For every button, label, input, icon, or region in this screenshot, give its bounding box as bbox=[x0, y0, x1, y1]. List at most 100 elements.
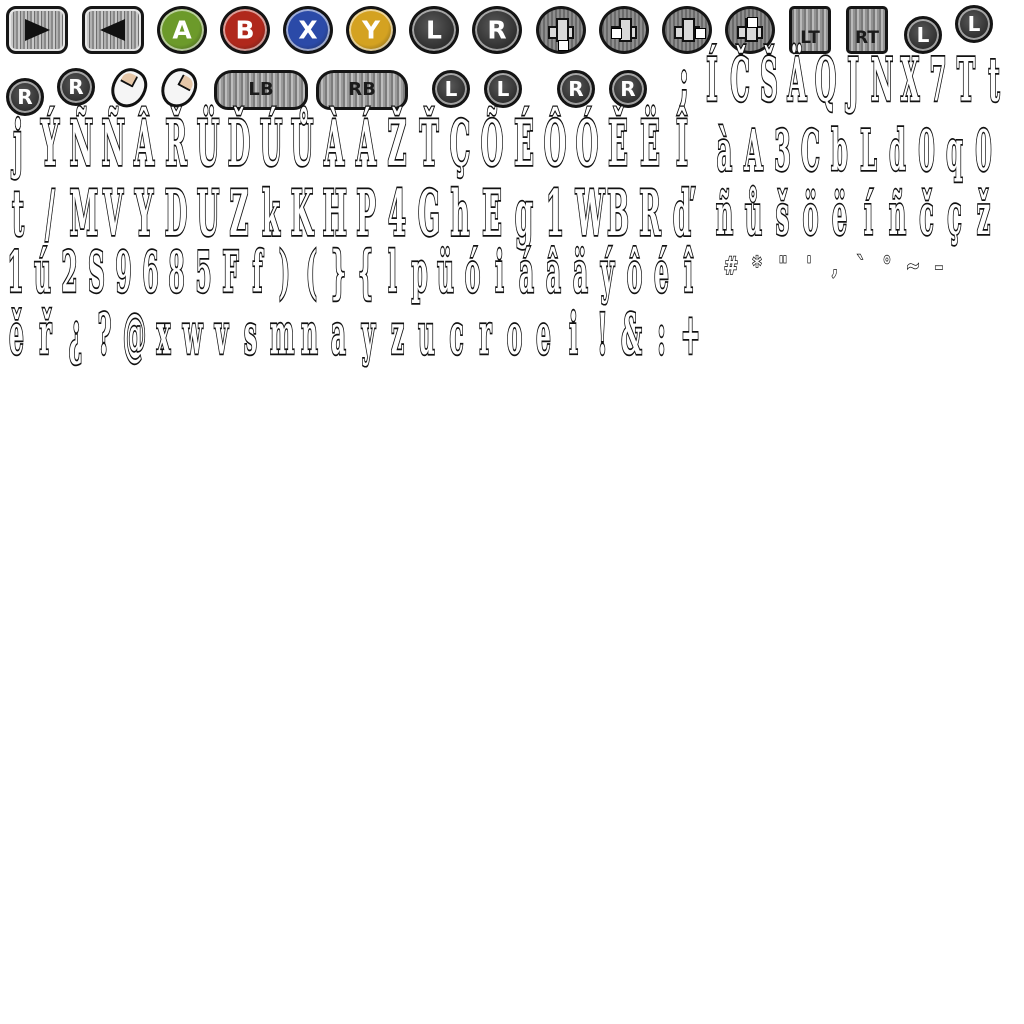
glyph-char: C bbox=[801, 117, 821, 184]
glyph-char: ! bbox=[597, 300, 609, 368]
face-button-b: B bbox=[220, 6, 270, 54]
glyph-char: i bbox=[495, 238, 505, 306]
glyph-char: ) bbox=[278, 238, 290, 306]
glyph-char: ú bbox=[33, 238, 51, 306]
glyph-char: Š bbox=[759, 46, 778, 116]
glyph-char: ä bbox=[572, 238, 588, 306]
button-label: L bbox=[967, 12, 981, 36]
glyph-char: ř bbox=[39, 300, 53, 368]
glyph-char: ç bbox=[947, 181, 963, 248]
glyph-char: : bbox=[656, 300, 666, 368]
glyph-char: u bbox=[418, 300, 436, 368]
glyph-char: Î bbox=[675, 107, 689, 181]
face-button-a: A bbox=[157, 6, 207, 54]
glyph-char: z bbox=[390, 300, 405, 368]
glyph-char: Ú bbox=[259, 107, 283, 181]
button-label: RT bbox=[855, 28, 879, 48]
glyph-char: Ô bbox=[543, 107, 567, 181]
glyph-char: ď bbox=[672, 177, 692, 251]
glyph-char: Ť bbox=[418, 107, 439, 181]
glyph-char: h bbox=[450, 177, 470, 251]
glyph-char: Á bbox=[355, 107, 377, 181]
play-left-icon bbox=[98, 17, 128, 47]
glyph-char: ñ bbox=[715, 181, 734, 248]
bumper-lb: LB bbox=[214, 70, 308, 110]
glyph-char: b bbox=[831, 117, 849, 184]
button-label: RB bbox=[348, 79, 376, 100]
glyph-char: G bbox=[417, 177, 441, 251]
dpad-left-icon bbox=[611, 28, 622, 39]
glyph-char: y bbox=[361, 300, 376, 368]
button-label: R bbox=[487, 15, 507, 45]
glyph-char: J bbox=[847, 46, 860, 116]
glyph-char: e bbox=[536, 300, 552, 368]
glyph-char: l bbox=[387, 238, 397, 306]
glyph-char: M bbox=[69, 177, 99, 251]
glyph-char: 8 bbox=[168, 238, 185, 306]
glyph-char: 0 bbox=[975, 117, 993, 184]
glyph-char: Ä bbox=[787, 46, 807, 116]
glyph-char: Ý bbox=[40, 107, 60, 181]
button-label: L bbox=[496, 77, 510, 101]
glyph-char: Â bbox=[134, 107, 156, 181]
glyph-char: d bbox=[888, 117, 906, 184]
face-button-y: Y bbox=[346, 6, 396, 54]
glyph-char: R bbox=[639, 177, 662, 251]
glyph-char: Ü bbox=[196, 107, 220, 181]
play-right-button bbox=[6, 6, 68, 54]
glyph-char: 1 bbox=[7, 238, 24, 306]
glyph-char: Õ bbox=[480, 107, 504, 181]
glyph-char: 1 bbox=[545, 177, 565, 251]
button-label: LB bbox=[248, 79, 274, 100]
glyph-char: Ů bbox=[290, 107, 314, 181]
glyph-char: A bbox=[743, 117, 763, 184]
glyph-char: – bbox=[934, 251, 944, 280]
glyph-char: o bbox=[506, 300, 523, 368]
glyph-char: L bbox=[859, 117, 877, 184]
glyph-char: É bbox=[513, 107, 534, 181]
glyph-char: ` bbox=[856, 251, 866, 280]
stick-r-horizontal-a: R bbox=[557, 70, 595, 108]
glyph-char: ° bbox=[882, 251, 892, 280]
mouse-right-icon bbox=[177, 74, 196, 92]
glyph-char: F bbox=[222, 238, 240, 306]
mouse-left-click bbox=[104, 62, 154, 114]
glyph-char: j bbox=[13, 107, 24, 181]
stick-r-button: R bbox=[472, 6, 522, 54]
glyph-char: n bbox=[300, 300, 318, 368]
glyph-char: 0 bbox=[917, 117, 935, 184]
glyph-char: ó bbox=[464, 238, 481, 306]
play-right-icon bbox=[22, 17, 52, 47]
glyph-char: À bbox=[323, 107, 345, 181]
glyph-char: ô bbox=[626, 238, 643, 306]
glyph-char: U bbox=[196, 177, 220, 251]
glyph-char: é bbox=[653, 238, 669, 306]
mouse-right-click bbox=[154, 62, 204, 114]
glyph-char: x bbox=[155, 300, 170, 368]
glyph-char: H bbox=[322, 177, 348, 251]
glyph-char: / bbox=[44, 177, 55, 251]
glyph-char: T bbox=[956, 46, 976, 116]
glyph-char: * bbox=[752, 251, 762, 280]
button-label: B bbox=[235, 15, 255, 45]
glyph-char: 5 bbox=[195, 238, 212, 306]
glyph-char: 9 bbox=[114, 238, 132, 306]
button-label: X bbox=[298, 15, 318, 45]
glyph-char: ë bbox=[831, 181, 848, 248]
stick-r-small-a: R bbox=[6, 78, 44, 116]
glyph-char: { bbox=[357, 238, 373, 306]
glyph-char: Ď bbox=[227, 107, 251, 181]
glyph-char: P bbox=[355, 177, 376, 251]
glyph-char: B bbox=[607, 177, 630, 251]
glyph-char: Ñ bbox=[69, 107, 94, 181]
glyph-char: v bbox=[214, 300, 229, 368]
glyph-char: ñ bbox=[888, 181, 907, 248]
button-label: R bbox=[68, 75, 84, 99]
stick-l-horizontal-b: L bbox=[484, 70, 522, 108]
glyph-char: ¿ bbox=[68, 300, 83, 368]
dpad-down-icon bbox=[558, 40, 569, 51]
glyph-char: Í bbox=[706, 46, 719, 116]
dpad-right-icon bbox=[695, 28, 706, 39]
button-label: R bbox=[17, 85, 33, 109]
glyph-char: Ř bbox=[165, 107, 188, 181]
